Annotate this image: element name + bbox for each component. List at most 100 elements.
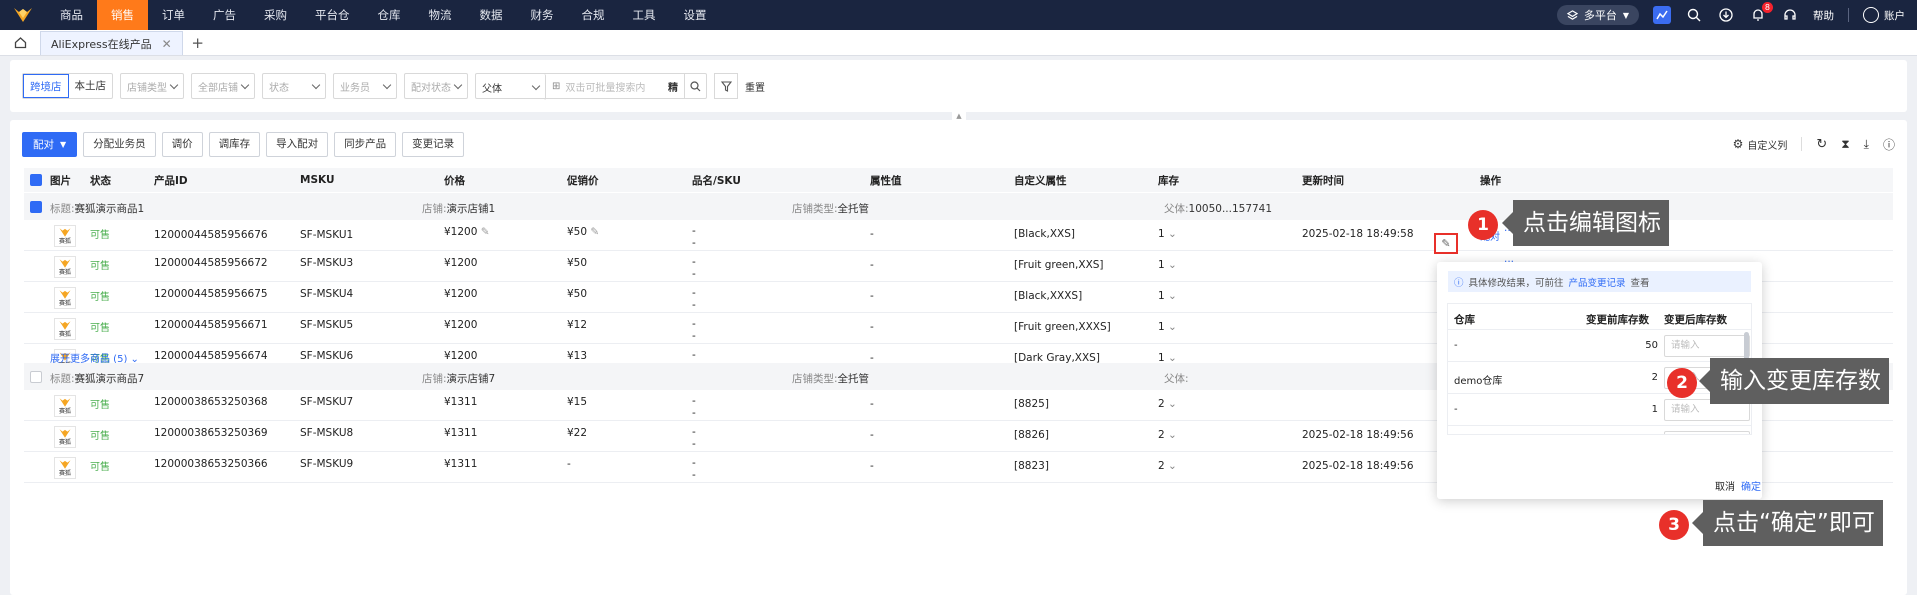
status-placeholder: 状态 [269,82,289,94]
search-field-select[interactable]: 父体 [476,74,546,100]
price-value: ¥1311 [444,458,478,470]
custom-attr: [8826] [1014,429,1049,441]
status-text: 可售 [90,462,110,473]
assign-salesperson-button[interactable]: 分配业务员 [83,131,156,157]
product-image[interactable]: 赛狐 [54,318,76,340]
account-menu[interactable]: 账户 [1863,7,1905,23]
chevron-down-icon: ⌄ [1168,398,1177,410]
nav-item[interactable]: 数据 [466,0,517,30]
adjust-price-button[interactable]: 调价 [161,131,203,157]
nav-item[interactable]: 采购 [250,0,301,30]
msku: SF-MSKU7 [300,396,354,408]
price-value: ¥1200 [444,288,478,300]
change-log-button[interactable]: 变更记录 [402,131,465,157]
edit-promo-icon[interactable]: ✎ [587,226,599,238]
collapse-arrow-icon[interactable]: ▲ [952,112,966,120]
msku: SF-MSKU5 [300,319,354,331]
match-status-select[interactable]: 配对状态 [404,73,468,99]
nav-item[interactable]: 销售 [97,0,148,30]
store-type-select[interactable]: 店铺类型 [120,73,184,99]
change-log-link[interactable]: 产品变更记录 [1569,275,1626,289]
adjust-stock-button[interactable]: 调库存 [208,131,261,157]
group-checkbox[interactable] [30,201,42,213]
price-value: ¥1311 [444,396,478,408]
nav-item[interactable]: 商品 [46,0,97,30]
product-image-text: 赛狐 [58,331,71,338]
salesperson-select[interactable]: 业务员 [333,73,397,99]
product-image[interactable]: 赛狐 [54,225,76,247]
nav-item[interactable]: 物流 [415,0,466,30]
reset-button[interactable]: 重置 [745,79,765,94]
tab-aliexpress-products[interactable]: AliExpress在线产品 ✕ [40,31,183,55]
download-icon[interactable]: ⤓ [1864,137,1869,152]
status-select[interactable]: 状态 [262,73,326,99]
custom-columns-button[interactable]: ⚙ 自定义列 [1733,137,1788,152]
bell-icon[interactable]: 8 [1749,2,1773,24]
stock-value[interactable]: 2 ⌄ [1158,429,1177,441]
chevron-down-icon: ⌄ [1168,228,1177,240]
product-image[interactable]: 赛狐 [54,395,76,417]
select-all-checkbox[interactable] [30,174,42,186]
stock-value[interactable]: 1 ⌄ [1158,228,1177,240]
stock-value[interactable]: 1 ⌄ [1158,259,1177,271]
nav-item[interactable]: 平台仓 [301,0,364,30]
product-image[interactable]: 赛狐 [54,457,76,479]
stock-after-input[interactable]: 请输入 [1664,431,1750,434]
nav-item[interactable]: 工具 [619,0,670,30]
product-image[interactable]: 赛狐 [54,256,76,278]
cancel-button[interactable]: 取消 [1715,478,1735,493]
filter-icon[interactable] [714,73,738,99]
refresh-icon[interactable]: ↻ [1816,137,1827,152]
match-dropdown-button[interactable]: 配对 ▼ [22,131,78,157]
app-logo[interactable] [0,0,46,30]
download-center-icon[interactable] [1717,6,1735,24]
group-checkbox[interactable] [30,371,42,383]
product-image[interactable]: 赛狐 [54,287,76,309]
nav-item[interactable]: 财务 [517,0,568,30]
stock-value[interactable]: 1 ⌄ [1158,321,1177,333]
stock-value[interactable]: 2 ⌄ [1158,398,1177,410]
headset-icon[interactable] [1781,6,1799,24]
stock-number: 1 [1158,321,1165,333]
precise-toggle[interactable]: 精 [668,79,678,94]
home-icon[interactable] [0,29,40,55]
chevron-down-icon: ⌄ [1168,429,1177,441]
all-stores-select[interactable]: 全部店铺 [191,73,255,99]
product-image[interactable]: 赛狐 [54,426,76,448]
price: ¥1200 ✎ [444,226,490,238]
cross-border-store-option[interactable]: 跨境店 [23,74,69,98]
import-match-button[interactable]: 导入配对 [266,131,329,157]
add-tab-icon[interactable]: + [183,31,213,55]
help-circle-icon[interactable]: ⓘ [1883,136,1895,153]
confirm-button[interactable]: 确定 [1741,478,1761,493]
search-icon[interactable] [684,74,706,98]
sync-products-button[interactable]: 同步产品 [334,131,397,157]
price: ¥1311 [444,427,477,439]
tab-label: AliExpress在线产品 [51,37,152,51]
stock-table-row: - 50 请输入 [1448,330,1751,362]
stock-value[interactable]: 1 ⌄ [1158,290,1177,302]
nav-item[interactable]: 订单 [148,0,199,30]
close-icon[interactable]: ✕ [162,37,172,51]
help-link[interactable]: 帮助 [1813,8,1834,23]
nav-item[interactable]: 广告 [199,0,250,30]
search-input[interactable]: ⊞ 双击可批量搜索内 精 [546,74,684,98]
edit-price-icon[interactable]: ✎ [477,226,490,238]
stock-after-input[interactable]: 请输入 [1664,335,1750,357]
edit-stock-icon[interactable]: ✎ [1434,233,1458,254]
sku-name: -- [692,256,696,280]
search-icon[interactable] [1685,6,1703,24]
nav-item[interactable]: 合规 [568,0,619,30]
chart-app-icon[interactable] [1653,6,1671,24]
platform-label: 多平台 [1583,9,1617,22]
promo-price: ¥15 [567,396,587,408]
hourglass-icon[interactable]: ⧗ [1841,137,1849,152]
stock-value[interactable]: 2 ⌄ [1158,460,1177,472]
stock-table-row: - 1 请输入 [1448,394,1751,426]
nav-item[interactable]: 设置 [670,0,721,30]
nav-item[interactable]: 仓库 [364,0,415,30]
stock-table-row: demo仓库 2 请输入 [1448,426,1751,434]
platform-selector[interactable]: 多平台 ▼ [1556,5,1639,25]
batch-search-icon[interactable]: ⊞ [552,81,560,92]
local-store-option[interactable]: 本土店 [69,74,113,98]
